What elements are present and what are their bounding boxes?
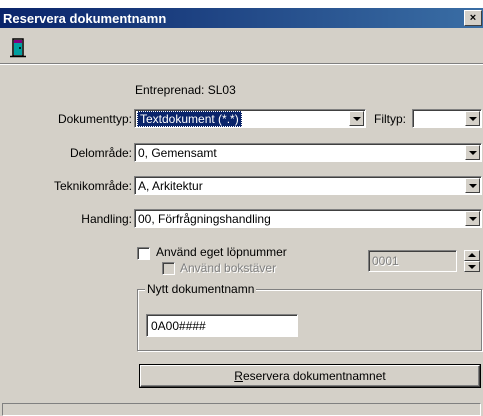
status-bar <box>2 403 481 416</box>
chevron-up-icon[interactable] <box>464 250 480 261</box>
filtyp-select[interactable] <box>412 109 482 128</box>
title-bar[interactable]: Reservera dokumentnamn × <box>0 8 483 28</box>
teknikomrade-label: Teknikområde: <box>53 179 132 193</box>
chevron-down-icon[interactable] <box>465 178 480 193</box>
number-value: 0001 <box>372 254 399 268</box>
use-letters-checkbox[interactable] <box>162 262 175 275</box>
new-name-legend: Nytt dokumentnamn <box>145 282 257 296</box>
use-letters-label: Använd bokstäver <box>180 261 277 275</box>
exit-door-icon[interactable] <box>8 36 28 58</box>
new-name-field[interactable]: 0A00#### <box>146 314 298 337</box>
chevron-down-icon[interactable] <box>465 211 480 226</box>
window-title: Reservera dokumentnamn <box>3 11 167 26</box>
reserve-button[interactable]: Reservera dokumentnamnet <box>140 365 480 387</box>
own-number-checkbox[interactable] <box>137 247 150 260</box>
delomrade-select[interactable]: 0, Gemensamt <box>134 143 482 162</box>
toolbar-separator <box>0 63 483 65</box>
dokumenttyp-value: Textdokument (*.*) <box>137 111 242 127</box>
chevron-down-icon[interactable] <box>465 111 480 126</box>
dokumenttyp-select[interactable]: Textdokument (*.*) <box>134 109 366 128</box>
delomrade-label: Delområde: <box>69 146 132 160</box>
close-button[interactable]: × <box>464 10 482 26</box>
delomrade-value: 0, Gemensamt <box>138 146 217 160</box>
handling-value: 00, Förfrågningshandling <box>138 212 271 226</box>
chevron-down-icon[interactable] <box>349 111 364 126</box>
number-field[interactable]: 0001 <box>368 250 457 272</box>
number-stepper[interactable] <box>464 250 480 272</box>
teknikomrade-select[interactable]: A, Arkitektur <box>134 176 482 195</box>
handling-label: Handling: <box>81 212 132 226</box>
teknikomrade-value: A, Arkitektur <box>138 179 203 193</box>
chevron-down-icon[interactable] <box>464 261 480 272</box>
chevron-down-icon[interactable] <box>465 145 480 160</box>
dokumenttyp-label: Dokumenttyp: <box>57 112 132 126</box>
reserve-label: eservera dokumentnamnet <box>242 369 386 383</box>
own-number-label: Använd eget löpnummer <box>156 245 287 259</box>
reserve-accel: R <box>234 369 243 383</box>
filtyp-label: Filtyp: <box>374 112 407 126</box>
entreprenad-label: Entreprenad: SL03 <box>135 83 236 97</box>
handling-select[interactable]: 00, Förfrågningshandling <box>134 209 482 228</box>
new-name-value: 0A00#### <box>151 319 206 333</box>
